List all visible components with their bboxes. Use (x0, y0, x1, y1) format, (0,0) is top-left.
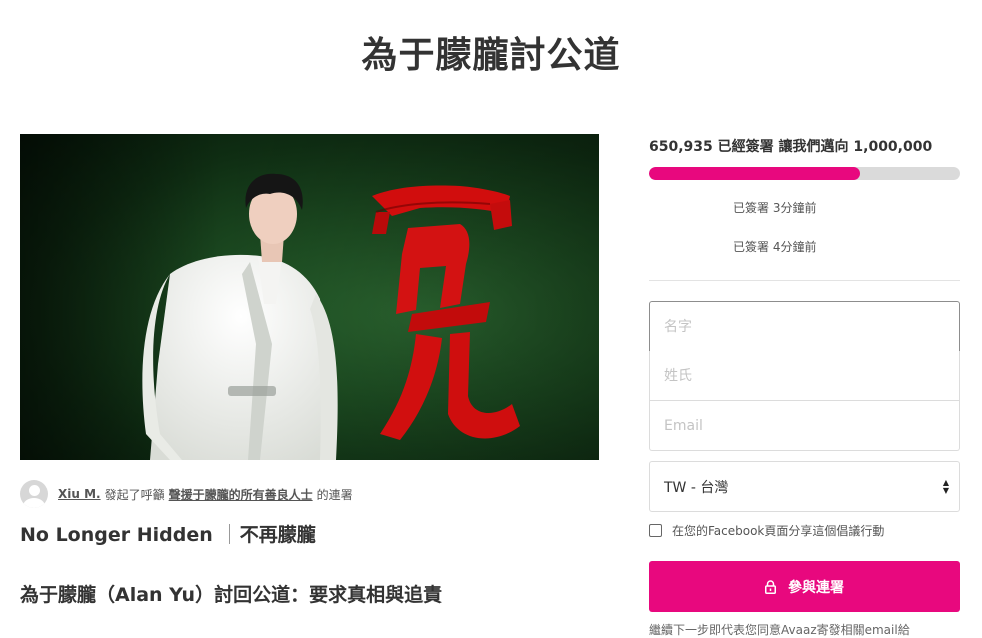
sign-petition-button[interactable]: 參與連署 (649, 561, 960, 612)
signature-count: 650,935 已經簽署 讓我們邁向 1,000,000 (649, 136, 932, 156)
facebook-share-checkbox[interactable] (649, 524, 662, 537)
divider (649, 280, 960, 281)
subtitle-en: No Longer Hidden (20, 524, 213, 546)
recipient-link[interactable]: 聲援于朦朧的所有善良人士 (169, 486, 313, 503)
starter-suffix: 的連署 (316, 487, 353, 502)
first-name-field[interactable] (649, 301, 960, 352)
signed-count-value: 650,935 (649, 139, 713, 155)
facebook-share-option[interactable]: 在您的Facebook頁面分享這個倡議行動 (649, 522, 884, 539)
goal-value: 1,000,000 (853, 139, 933, 155)
starter-action-text: 發起了呼籲 (104, 487, 165, 502)
goal-label: 讓我們邁向 (778, 139, 849, 155)
select-arrows-icon: ▲ ▼ (942, 477, 950, 495)
signature-progress-bar (649, 167, 960, 180)
recent-signer-item: 已簽署 4分鐘前 (733, 240, 817, 254)
hero-image (20, 134, 599, 460)
page-title: 為于朦朧討公道 (361, 35, 621, 76)
email-input[interactable] (650, 401, 958, 450)
avatar (20, 480, 48, 508)
first-name-input[interactable] (650, 302, 958, 351)
last-name-input[interactable] (650, 351, 958, 400)
petition-starter: Xiu M. 發起了呼籲 聲援于朦朧的所有善良人士 的連署 (20, 480, 357, 508)
progress-fill (649, 167, 861, 180)
facebook-share-label: 在您的Facebook頁面分享這個倡議行動 (672, 524, 885, 538)
recent-signer-item: 已簽署 3分鐘前 (733, 201, 817, 215)
subtitle-divider (228, 524, 230, 544)
subtitle-zh: 不再朦朧 (239, 524, 316, 546)
email-field[interactable] (649, 401, 960, 451)
hero-photo (20, 134, 599, 460)
last-name-field[interactable] (649, 351, 960, 401)
sign-button-label: 參與連署 (788, 579, 844, 596)
country-select-value: TW - 台灣 (664, 479, 729, 496)
lock-icon (765, 579, 776, 594)
country-select[interactable]: TW - 台灣 ▲ ▼ (649, 461, 960, 512)
petition-subtitle: No Longer Hidden 不再朦朧 (20, 520, 316, 547)
petition-headline: 為于朦朧（Alan Yu）討回公道：要求真相與追責 (20, 584, 443, 606)
signed-label: 已經簽署 (717, 139, 774, 155)
starter-name-link[interactable]: Xiu M. (58, 487, 101, 501)
